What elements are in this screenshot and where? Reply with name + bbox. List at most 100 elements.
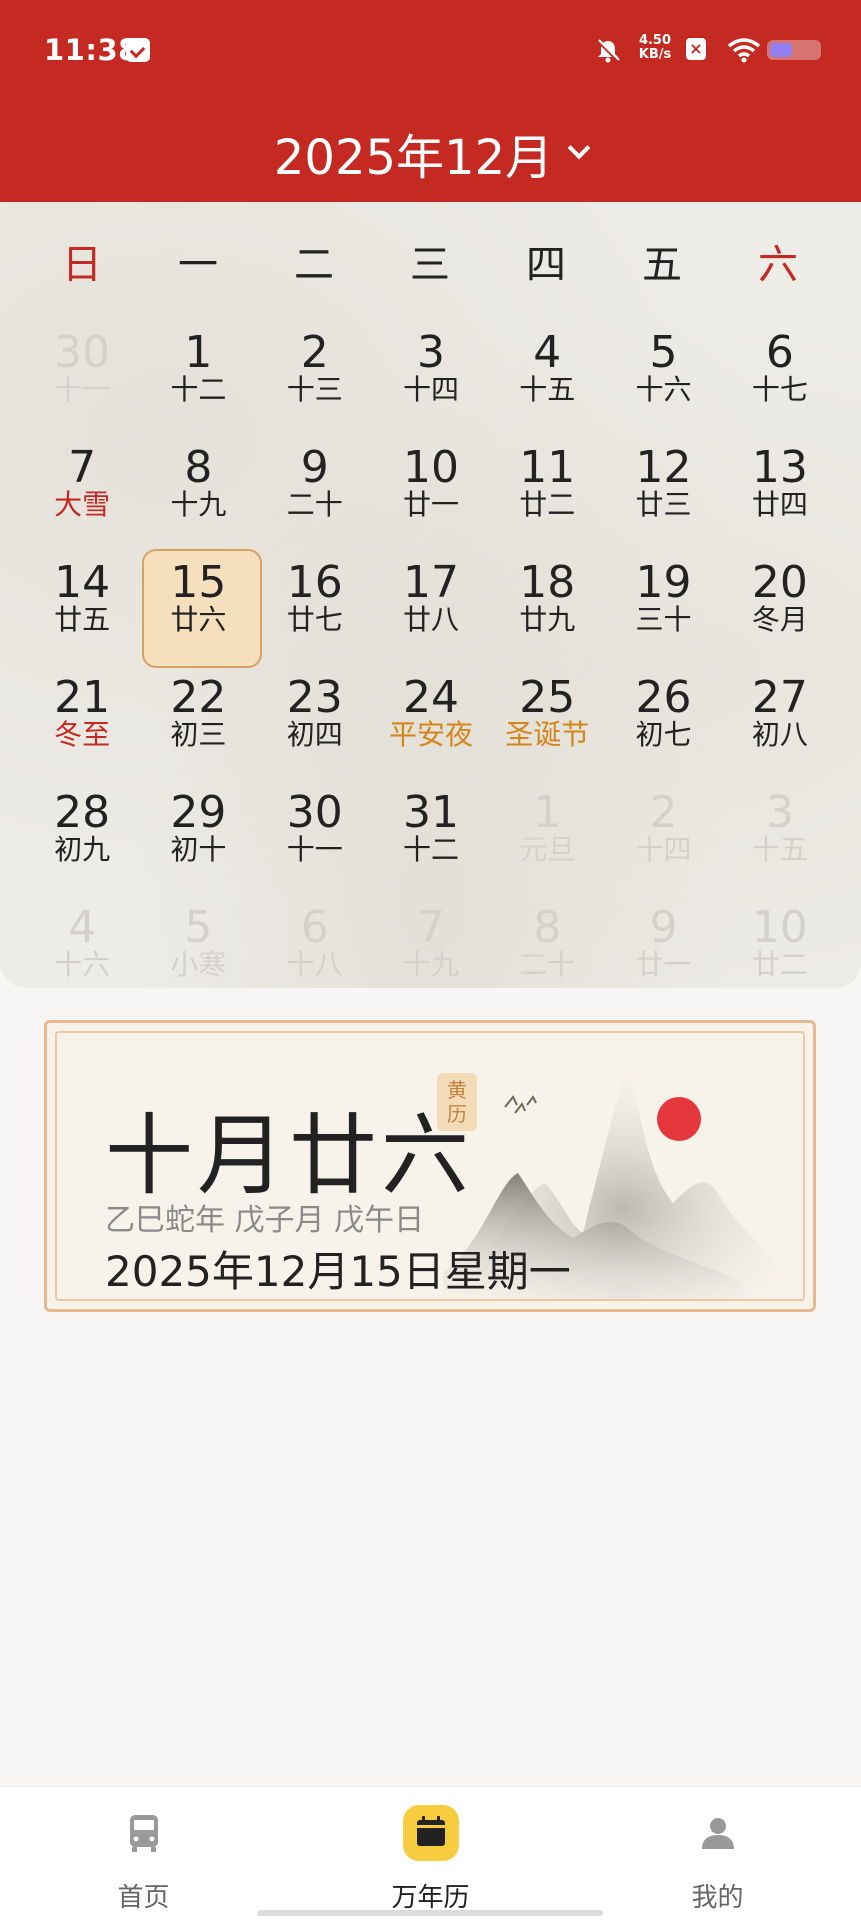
day-lunar: 三十	[635, 603, 692, 636]
day-lunar: 十二	[402, 833, 459, 866]
day-cell[interactable]: 28 初九	[24, 779, 140, 894]
day-cell[interactable]: 7 十九	[373, 894, 489, 1009]
bottom-nav: 首页 万年历 我的	[0, 1786, 861, 1920]
day-cell[interactable]: 29 初十	[140, 779, 256, 894]
day-number: 8	[184, 442, 213, 493]
day-cell[interactable]: 19 三十	[605, 549, 721, 664]
day-cell[interactable]: 14 廿五	[24, 549, 140, 664]
day-lunar: 廿七	[286, 603, 343, 636]
day-cell[interactable]: 2 十三	[257, 319, 373, 434]
ganzhi-text: 乙巳蛇年 戊子月 戊午日	[105, 1203, 425, 1238]
nav-home-icon-wrap	[116, 1805, 172, 1861]
day-lunar: 廿六	[170, 603, 227, 636]
day-cell[interactable]: 30 十一	[257, 779, 373, 894]
nav-profile[interactable]: 我的	[574, 1787, 861, 1920]
day-cell[interactable]: 9 廿一	[605, 894, 721, 1009]
day-number: 7	[416, 902, 445, 953]
day-number: 3	[765, 787, 794, 838]
huangli-badge-label: 黄历	[447, 1078, 467, 1126]
day-cell[interactable]: 18 廿九	[489, 549, 605, 664]
day-cell[interactable]: 16 廿七	[257, 549, 373, 664]
day-cell[interactable]: 31 十二	[373, 779, 489, 894]
day-lunar: 初八	[751, 718, 808, 751]
day-number: 19	[635, 557, 692, 608]
day-cell[interactable]: 11 廿二	[489, 434, 605, 549]
day-number: 12	[635, 442, 692, 493]
week-row: 30 十一 1 十二 2 十三 3 十四 4 十五 5 十六 6 十七	[24, 319, 838, 434]
day-cell[interactable]: 13 廿四	[722, 434, 838, 549]
day-cell[interactable]: 12 廿三	[605, 434, 721, 549]
day-cell[interactable]: 8 二十	[489, 894, 605, 1009]
battery-fill	[770, 43, 792, 57]
weekday-sun: 日	[62, 242, 102, 288]
day-lunar: 廿五	[54, 603, 111, 636]
weekday-thu: 四	[526, 242, 566, 288]
almanac-card-inner: 十月廿六 黄历 乙巳蛇年 戊子月 戊午日 2025年12月15日星期一	[55, 1031, 805, 1301]
day-number: 25	[519, 672, 576, 723]
nav-calendar[interactable]: 万年历	[287, 1787, 574, 1920]
day-cell[interactable]: 4 十六	[24, 894, 140, 1009]
day-number: 8	[533, 902, 562, 953]
day-number: 14	[54, 557, 111, 608]
day-number: 2	[649, 787, 678, 838]
day-cell[interactable]: 22 初三	[140, 664, 256, 779]
x-icon: ×	[686, 38, 706, 60]
day-cell[interactable]: 1 十二	[140, 319, 256, 434]
day-number: 5	[649, 327, 678, 378]
day-cell[interactable]: 9 二十	[257, 434, 373, 549]
almanac-card[interactable]: 十月廿六 黄历 乙巳蛇年 戊子月 戊午日 2025年12月15日星期一	[44, 1020, 816, 1312]
day-cell[interactable]: 1 元旦	[489, 779, 605, 894]
weekday-mon: 一	[178, 242, 218, 288]
day-cell[interactable]: 17 廿八	[373, 549, 489, 664]
day-cell[interactable]: 2 十四	[605, 779, 721, 894]
day-cell[interactable]: 23 初四	[257, 664, 373, 779]
day-lunar: 大雪	[54, 488, 111, 521]
day-lunar: 初四	[286, 718, 343, 751]
day-cell[interactable]: 5 小寒	[140, 894, 256, 1009]
huangli-badge[interactable]: 黄历	[437, 1073, 477, 1131]
day-cell[interactable]: 21 冬至	[24, 664, 140, 779]
day-cell[interactable]: 20 冬月	[722, 549, 838, 664]
day-lunar: 十五	[519, 373, 576, 406]
day-number: 26	[635, 672, 692, 723]
calendar-icon	[417, 1816, 445, 1846]
person-icon	[702, 1818, 734, 1849]
day-cell[interactable]: 3 十五	[722, 779, 838, 894]
day-cell[interactable]: 25 圣诞节	[489, 664, 605, 779]
day-cell[interactable]: 30 十一	[24, 319, 140, 434]
bus-icon	[130, 1815, 158, 1852]
day-lunar: 十一	[286, 833, 343, 866]
day-lunar: 廿二	[751, 948, 808, 981]
day-number: 22	[170, 672, 227, 723]
nav-home[interactable]: 首页	[0, 1787, 287, 1920]
day-cell[interactable]: 7 大雪	[24, 434, 140, 549]
chevron-down-icon	[567, 136, 591, 160]
day-lunar: 十一	[54, 373, 111, 406]
weekday-header: 日 一 二 三 四 五 六	[0, 232, 861, 290]
day-lunar: 十二	[170, 373, 227, 406]
day-lunar: 廿一	[402, 488, 459, 521]
day-cell[interactable]: 8 十九	[140, 434, 256, 549]
day-cell[interactable]: 6 十七	[722, 319, 838, 434]
day-number: 24	[402, 672, 459, 723]
day-cell[interactable]: 26 初七	[605, 664, 721, 779]
day-cell[interactable]: 10 廿一	[373, 434, 489, 549]
lunar-date: 十月廿六	[105, 1104, 474, 1207]
day-cell[interactable]: 3 十四	[373, 319, 489, 434]
weekday-wed: 三	[410, 242, 450, 288]
day-lunar: 廿二	[519, 488, 576, 521]
day-cell[interactable]: 24 平安夜	[373, 664, 489, 779]
day-cell[interactable]: 10 廿二	[722, 894, 838, 1009]
day-cell[interactable]: 6 十八	[257, 894, 373, 1009]
day-cell[interactable]: 5 十六	[605, 319, 721, 434]
day-cell[interactable]: 4 十五	[489, 319, 605, 434]
day-lunar: 初十	[170, 833, 227, 866]
day-number: 11	[519, 442, 576, 493]
day-lunar: 冬至	[54, 718, 111, 751]
weekday-sat: 六	[758, 242, 798, 288]
month-selector[interactable]: 2025年12月	[0, 118, 861, 188]
battery-icon	[767, 40, 821, 60]
day-lunar: 初九	[54, 833, 111, 866]
day-cell[interactable]: 27 初八	[722, 664, 838, 779]
day-cell-selected[interactable]: 15 廿六	[140, 549, 263, 668]
